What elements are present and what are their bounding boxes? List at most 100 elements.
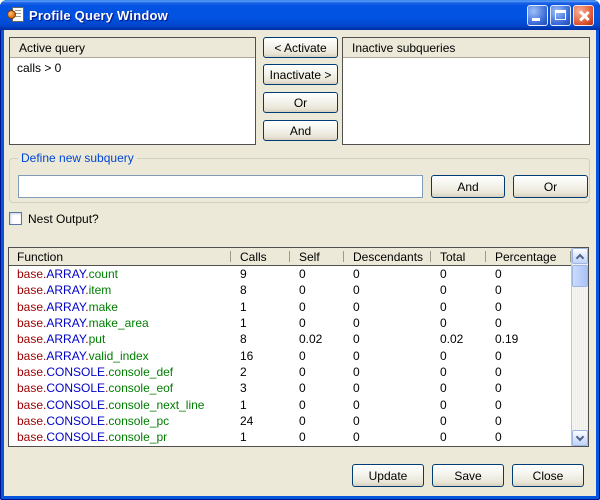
table-row[interactable]: base.ARRAY.valid_index160000	[9, 348, 571, 364]
value-cell: 0	[343, 429, 430, 445]
column-header-total[interactable]: Total	[430, 248, 485, 265]
app-icon	[7, 7, 24, 24]
and-button[interactable]: And	[263, 120, 338, 141]
value-cell: 0	[485, 380, 571, 396]
table-scrollbar[interactable]	[571, 248, 588, 446]
table-row[interactable]: base.CONSOLE.console_next_line10000	[9, 397, 571, 413]
value-cell: 0	[485, 364, 571, 380]
profile-query-window: Profile Query Window Active query calls …	[0, 0, 600, 500]
table-body: base.ARRAY.count90000base.ARRAY.item8000…	[9, 266, 571, 446]
inactivate-button[interactable]: Inactivate >	[263, 64, 338, 85]
value-cell: 2	[230, 364, 289, 380]
table-row[interactable]: base.ARRAY.make10000	[9, 299, 571, 315]
value-cell: 1	[230, 299, 289, 315]
function-name: base.ARRAY.item	[9, 282, 230, 298]
chevron-up-icon	[576, 254, 584, 262]
table-row[interactable]: base.ARRAY.count90000	[9, 266, 571, 282]
scrollbar-thumb[interactable]	[572, 265, 588, 287]
function-name: base.CONSOLE.console_pr	[9, 429, 230, 445]
value-cell: 0	[343, 331, 430, 347]
value-cell: 0	[343, 266, 430, 282]
value-cell: 0	[289, 299, 343, 315]
dialog-client-area: Active query calls > 0 < Activate Inacti…	[4, 30, 596, 496]
activate-button[interactable]: < Activate	[263, 37, 338, 58]
active-query-item[interactable]: calls > 0	[10, 58, 255, 75]
function-name: base.ARRAY.count	[9, 266, 230, 282]
save-button[interactable]: Save	[432, 464, 504, 487]
close-button[interactable]	[573, 5, 594, 26]
column-header-descendants[interactable]: Descendants	[343, 248, 430, 265]
results-table: Function Calls Self Descendants Total Pe…	[8, 247, 589, 447]
maximize-button[interactable]	[550, 5, 571, 26]
value-cell: 0	[289, 429, 343, 445]
value-cell: 0	[289, 364, 343, 380]
value-cell: 0	[485, 315, 571, 331]
value-cell: 9	[230, 266, 289, 282]
value-cell: 0	[289, 315, 343, 331]
value-cell: 0	[430, 282, 485, 298]
table-row[interactable]: base.CONSOLE.console_pr10000	[9, 429, 571, 445]
table-row[interactable]: base.ARRAY.put80.0200.020.19	[9, 331, 571, 347]
value-cell: 0	[289, 266, 343, 282]
column-header-percentage[interactable]: Percentage	[485, 248, 571, 265]
scroll-up-button[interactable]	[572, 248, 588, 264]
value-cell: 0	[289, 397, 343, 413]
subquery-input[interactable]	[18, 175, 423, 198]
minimize-icon	[532, 18, 540, 21]
function-name: base.ARRAY.valid_index	[9, 348, 230, 364]
value-cell: 0	[289, 380, 343, 396]
value-cell: 0.19	[485, 331, 571, 347]
value-cell: 0	[343, 364, 430, 380]
value-cell: 0	[289, 348, 343, 364]
minimize-button[interactable]	[527, 5, 548, 26]
close-action-button[interactable]: Close	[512, 464, 584, 487]
value-cell: 0	[343, 413, 430, 429]
or-button[interactable]: Or	[263, 92, 338, 113]
define-subquery-legend: Define new subquery	[18, 151, 137, 165]
function-name: base.CONSOLE.console_def	[9, 364, 230, 380]
value-cell: 0	[485, 413, 571, 429]
column-header-self[interactable]: Self	[289, 248, 343, 265]
subquery-and-button[interactable]: And	[431, 175, 505, 198]
value-cell: 0	[343, 282, 430, 298]
value-cell: 24	[230, 413, 289, 429]
table-row[interactable]: base.CONSOLE.console_def20000	[9, 364, 571, 380]
table-header: Function Calls Self Descendants Total Pe…	[9, 248, 571, 266]
value-cell: 0	[343, 397, 430, 413]
value-cell: 0	[485, 282, 571, 298]
active-query-list[interactable]: calls > 0	[10, 58, 255, 75]
value-cell: 0	[430, 315, 485, 331]
titlebar[interactable]: Profile Query Window	[0, 0, 600, 30]
value-cell: 0	[485, 429, 571, 445]
subquery-or-button[interactable]: Or	[513, 175, 588, 198]
table-row[interactable]: base.CONSOLE.console_eof30000	[9, 380, 571, 396]
value-cell: 0	[343, 299, 430, 315]
update-button[interactable]: Update	[352, 464, 424, 487]
column-header-function[interactable]: Function	[9, 248, 230, 265]
value-cell: 8	[230, 282, 289, 298]
value-cell: 0	[430, 364, 485, 380]
table-row[interactable]: base.ARRAY.item80000	[9, 282, 571, 298]
value-cell: 8	[230, 331, 289, 347]
scroll-down-button[interactable]	[572, 430, 588, 446]
function-name: base.CONSOLE.console_eof	[9, 380, 230, 396]
table-row[interactable]: base.ARRAY.make_area10000	[9, 315, 571, 331]
value-cell: 0	[343, 348, 430, 364]
value-cell: 0	[430, 429, 485, 445]
table-row[interactable]: base.CONSOLE.console_pc240000	[9, 413, 571, 429]
value-cell: 0	[430, 413, 485, 429]
define-subquery-group: Define new subquery And Or	[9, 158, 590, 203]
column-header-calls[interactable]: Calls	[230, 248, 289, 265]
function-name: base.ARRAY.make_area	[9, 315, 230, 331]
value-cell: 0	[485, 266, 571, 282]
active-query-panel: Active query calls > 0	[9, 37, 256, 145]
value-cell: 1	[230, 315, 289, 331]
value-cell: 0	[485, 348, 571, 364]
value-cell: 3	[230, 380, 289, 396]
inactive-subqueries-panel: Inactive subqueries	[342, 37, 590, 145]
function-name: base.ARRAY.make	[9, 299, 230, 315]
value-cell: 0	[430, 348, 485, 364]
value-cell: 0	[289, 282, 343, 298]
active-query-header: Active query	[10, 38, 255, 58]
nest-output-checkbox[interactable]	[9, 212, 22, 225]
